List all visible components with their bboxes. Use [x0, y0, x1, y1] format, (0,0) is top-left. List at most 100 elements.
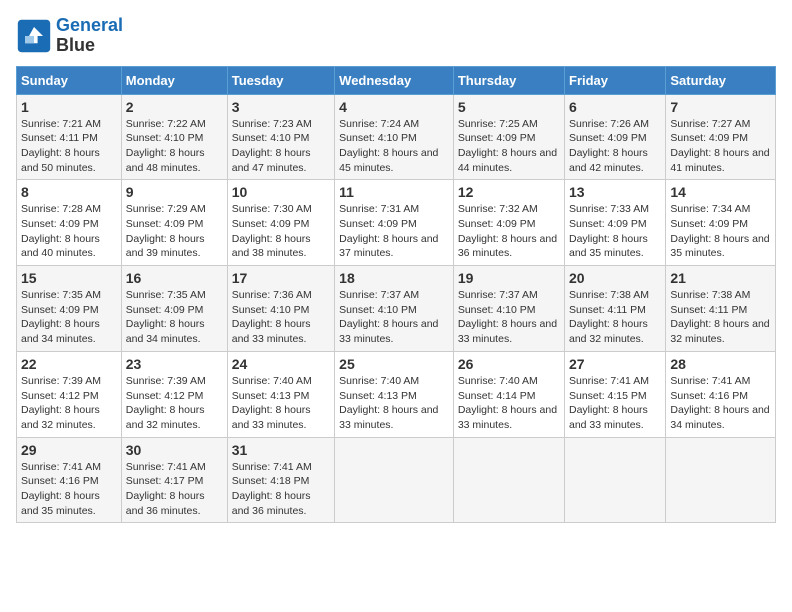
day-number: 26	[458, 356, 560, 372]
day-info: Sunrise: 7:41 AM Sunset: 4:17 PM Dayligh…	[126, 460, 223, 519]
day-info: Sunrise: 7:39 AM Sunset: 4:12 PM Dayligh…	[21, 374, 117, 433]
daylight: Daylight: 8 hours and 32 minutes.	[126, 404, 205, 431]
sunrise: Sunrise: 7:35 AM	[21, 289, 101, 301]
sunset: Sunset: 4:10 PM	[232, 132, 310, 144]
calendar-cell: 15 Sunrise: 7:35 AM Sunset: 4:09 PM Dayl…	[17, 266, 122, 352]
sunrise: Sunrise: 7:22 AM	[126, 118, 206, 130]
sunrise: Sunrise: 7:38 AM	[670, 289, 750, 301]
sunset: Sunset: 4:14 PM	[458, 390, 536, 402]
calendar-cell: 25 Sunrise: 7:40 AM Sunset: 4:13 PM Dayl…	[335, 351, 454, 437]
calendar-cell	[453, 437, 564, 523]
sunset: Sunset: 4:09 PM	[21, 304, 99, 316]
day-number: 12	[458, 184, 560, 200]
day-number: 5	[458, 99, 560, 115]
daylight: Daylight: 8 hours and 34 minutes.	[21, 318, 100, 345]
calendar-cell: 1 Sunrise: 7:21 AM Sunset: 4:11 PM Dayli…	[17, 94, 122, 180]
day-number: 28	[670, 356, 771, 372]
sunset: Sunset: 4:09 PM	[232, 218, 310, 230]
sunset: Sunset: 4:10 PM	[458, 304, 536, 316]
sunset: Sunset: 4:10 PM	[126, 132, 204, 144]
daylight: Daylight: 8 hours and 44 minutes.	[458, 147, 557, 174]
daylight: Daylight: 8 hours and 48 minutes.	[126, 147, 205, 174]
day-number: 25	[339, 356, 449, 372]
sunrise: Sunrise: 7:36 AM	[232, 289, 312, 301]
calendar-week-4: 22 Sunrise: 7:39 AM Sunset: 4:12 PM Dayl…	[17, 351, 776, 437]
calendar-cell: 30 Sunrise: 7:41 AM Sunset: 4:17 PM Dayl…	[121, 437, 227, 523]
daylight: Daylight: 8 hours and 34 minutes.	[670, 404, 769, 431]
calendar-cell: 20 Sunrise: 7:38 AM Sunset: 4:11 PM Dayl…	[565, 266, 666, 352]
daylight: Daylight: 8 hours and 34 minutes.	[126, 318, 205, 345]
day-info: Sunrise: 7:36 AM Sunset: 4:10 PM Dayligh…	[232, 288, 330, 347]
sunrise: Sunrise: 7:34 AM	[670, 203, 750, 215]
day-info: Sunrise: 7:23 AM Sunset: 4:10 PM Dayligh…	[232, 117, 330, 176]
daylight: Daylight: 8 hours and 33 minutes.	[232, 318, 311, 345]
day-info: Sunrise: 7:41 AM Sunset: 4:15 PM Dayligh…	[569, 374, 661, 433]
daylight: Daylight: 8 hours and 39 minutes.	[126, 233, 205, 260]
sunrise: Sunrise: 7:27 AM	[670, 118, 750, 130]
sunset: Sunset: 4:09 PM	[21, 218, 99, 230]
calendar-cell: 16 Sunrise: 7:35 AM Sunset: 4:09 PM Dayl…	[121, 266, 227, 352]
sunrise: Sunrise: 7:41 AM	[569, 375, 649, 387]
calendar-cell	[666, 437, 776, 523]
calendar-cell: 5 Sunrise: 7:25 AM Sunset: 4:09 PM Dayli…	[453, 94, 564, 180]
daylight: Daylight: 8 hours and 35 minutes.	[569, 233, 648, 260]
calendar-cell: 13 Sunrise: 7:33 AM Sunset: 4:09 PM Dayl…	[565, 180, 666, 266]
day-number: 13	[569, 184, 661, 200]
sunrise: Sunrise: 7:41 AM	[670, 375, 750, 387]
sunrise: Sunrise: 7:40 AM	[339, 375, 419, 387]
sunrise: Sunrise: 7:25 AM	[458, 118, 538, 130]
sunrise: Sunrise: 7:41 AM	[232, 461, 312, 473]
sunrise: Sunrise: 7:32 AM	[458, 203, 538, 215]
sunset: Sunset: 4:10 PM	[339, 132, 417, 144]
day-info: Sunrise: 7:21 AM Sunset: 4:11 PM Dayligh…	[21, 117, 117, 176]
day-info: Sunrise: 7:29 AM Sunset: 4:09 PM Dayligh…	[126, 202, 223, 261]
calendar-cell: 26 Sunrise: 7:40 AM Sunset: 4:14 PM Dayl…	[453, 351, 564, 437]
sunrise: Sunrise: 7:24 AM	[339, 118, 419, 130]
sunset: Sunset: 4:09 PM	[670, 132, 748, 144]
daylight: Daylight: 8 hours and 45 minutes.	[339, 147, 438, 174]
day-number: 29	[21, 442, 117, 458]
daylight: Daylight: 8 hours and 36 minutes.	[232, 490, 311, 517]
day-info: Sunrise: 7:38 AM Sunset: 4:11 PM Dayligh…	[569, 288, 661, 347]
daylight: Daylight: 8 hours and 38 minutes.	[232, 233, 311, 260]
day-number: 14	[670, 184, 771, 200]
calendar-cell	[335, 437, 454, 523]
sunrise: Sunrise: 7:41 AM	[21, 461, 101, 473]
day-number: 15	[21, 270, 117, 286]
day-number: 19	[458, 270, 560, 286]
sunrise: Sunrise: 7:40 AM	[232, 375, 312, 387]
page-header: GeneralBlue	[16, 16, 776, 56]
sunset: Sunset: 4:09 PM	[569, 132, 647, 144]
day-info: Sunrise: 7:40 AM Sunset: 4:13 PM Dayligh…	[339, 374, 449, 433]
calendar-body: 1 Sunrise: 7:21 AM Sunset: 4:11 PM Dayli…	[17, 94, 776, 523]
sunset: Sunset: 4:11 PM	[569, 304, 646, 316]
day-info: Sunrise: 7:27 AM Sunset: 4:09 PM Dayligh…	[670, 117, 771, 176]
day-number: 27	[569, 356, 661, 372]
calendar-cell: 23 Sunrise: 7:39 AM Sunset: 4:12 PM Dayl…	[121, 351, 227, 437]
calendar-cell: 12 Sunrise: 7:32 AM Sunset: 4:09 PM Dayl…	[453, 180, 564, 266]
calendar-cell: 4 Sunrise: 7:24 AM Sunset: 4:10 PM Dayli…	[335, 94, 454, 180]
sunrise: Sunrise: 7:39 AM	[21, 375, 101, 387]
sunrise: Sunrise: 7:41 AM	[126, 461, 206, 473]
calendar-table: SundayMondayTuesdayWednesdayThursdayFrid…	[16, 66, 776, 524]
sunset: Sunset: 4:11 PM	[670, 304, 747, 316]
sunrise: Sunrise: 7:37 AM	[339, 289, 419, 301]
daylight: Daylight: 8 hours and 32 minutes.	[569, 318, 648, 345]
daylight: Daylight: 8 hours and 33 minutes.	[232, 404, 311, 431]
calendar-cell: 7 Sunrise: 7:27 AM Sunset: 4:09 PM Dayli…	[666, 94, 776, 180]
calendar-cell: 28 Sunrise: 7:41 AM Sunset: 4:16 PM Dayl…	[666, 351, 776, 437]
sunrise: Sunrise: 7:35 AM	[126, 289, 206, 301]
sunset: Sunset: 4:12 PM	[126, 390, 204, 402]
sunset: Sunset: 4:17 PM	[126, 475, 204, 487]
weekday-wednesday: Wednesday	[335, 66, 454, 94]
day-number: 21	[670, 270, 771, 286]
sunset: Sunset: 4:15 PM	[569, 390, 647, 402]
sunrise: Sunrise: 7:26 AM	[569, 118, 649, 130]
sunrise: Sunrise: 7:33 AM	[569, 203, 649, 215]
sunrise: Sunrise: 7:39 AM	[126, 375, 206, 387]
day-number: 3	[232, 99, 330, 115]
daylight: Daylight: 8 hours and 36 minutes.	[458, 233, 557, 260]
sunset: Sunset: 4:10 PM	[232, 304, 310, 316]
calendar-cell	[565, 437, 666, 523]
daylight: Daylight: 8 hours and 42 minutes.	[569, 147, 648, 174]
